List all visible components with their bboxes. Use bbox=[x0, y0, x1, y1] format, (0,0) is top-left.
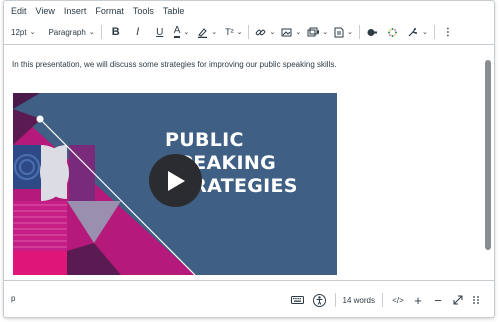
play-button[interactable] bbox=[149, 154, 202, 207]
chevron-down-icon: ⌄ bbox=[183, 29, 190, 36]
toolbar-divider bbox=[100, 25, 102, 39]
status-divider bbox=[334, 293, 336, 307]
menu-edit[interactable]: Edit bbox=[11, 6, 27, 16]
resize-handle[interactable] bbox=[468, 295, 484, 305]
text-color-button[interactable]: A ⌄ bbox=[173, 25, 190, 38]
plug-icon bbox=[366, 27, 378, 38]
superscript-button[interactable]: T² ⌄ bbox=[225, 27, 242, 37]
highlight-color-button[interactable]: ⌄ bbox=[197, 27, 217, 38]
increase-height-button[interactable]: + bbox=[410, 293, 426, 308]
apps-button[interactable] bbox=[366, 27, 378, 38]
chevron-down-icon: ⌄ bbox=[421, 29, 428, 36]
menu-bar: Edit View Insert Format Tools Table bbox=[4, 1, 494, 21]
toolbar: 12pt ⌄ Paragraph ⌄ B I U A ⌄ ⌄ T² ⌄ ⌄ ⌄ … bbox=[4, 21, 494, 43]
document-icon bbox=[334, 27, 344, 38]
status-divider bbox=[382, 293, 383, 307]
toolbar-divider bbox=[433, 25, 435, 39]
toolbar-divider bbox=[248, 25, 250, 39]
block-format-select[interactable]: Paragraph ⌄ bbox=[48, 28, 94, 37]
minus-icon: − bbox=[434, 292, 442, 308]
scrollbar[interactable] bbox=[485, 48, 491, 278]
keyboard-icon bbox=[291, 296, 305, 304]
plugin-button[interactable]: ⌄ bbox=[407, 27, 428, 38]
expand-icon bbox=[453, 295, 463, 305]
more-options-button[interactable]: ⋮ bbox=[443, 27, 453, 38]
video-title-line: PUBLIC bbox=[165, 129, 244, 151]
studio-button[interactable] bbox=[387, 27, 398, 38]
kebab-icon: ⋮ bbox=[442, 26, 453, 38]
font-size-select[interactable]: 12pt ⌄ bbox=[11, 28, 35, 37]
drag-handle-icon bbox=[473, 296, 479, 304]
document-button[interactable]: ⌄ bbox=[334, 27, 353, 38]
link-button[interactable]: ⌄ bbox=[255, 27, 275, 38]
scrollbar-thumb[interactable] bbox=[485, 60, 491, 250]
highlighter-icon bbox=[197, 27, 208, 38]
link-icon bbox=[255, 27, 266, 38]
font-size-value: 12pt bbox=[11, 27, 27, 37]
underline-button[interactable]: U bbox=[152, 27, 168, 38]
menu-format[interactable]: Format bbox=[95, 6, 124, 16]
chevron-down-icon: ⌄ bbox=[347, 29, 353, 36]
italic-button[interactable]: I bbox=[130, 26, 146, 38]
rich-content-editor: Edit View Insert Format Tools Table 12pt… bbox=[3, 0, 495, 318]
bold-button[interactable]: B bbox=[108, 26, 124, 38]
image-icon bbox=[281, 27, 292, 38]
chevron-down-icon: ⌄ bbox=[269, 29, 276, 36]
chevron-down-icon: ⌄ bbox=[211, 29, 218, 36]
chevron-down-icon: ⌄ bbox=[295, 29, 302, 36]
decrease-height-button[interactable]: − bbox=[430, 293, 446, 308]
menu-view[interactable]: View bbox=[36, 6, 55, 16]
chevron-down-icon: ⌄ bbox=[88, 29, 95, 36]
editor-content-area[interactable]: In this presentation, we will discuss so… bbox=[4, 44, 494, 281]
superscript-icon: T² bbox=[225, 27, 234, 37]
image-button[interactable]: ⌄ bbox=[281, 27, 301, 38]
toolbar-divider bbox=[358, 25, 360, 39]
word-count[interactable]: 14 words bbox=[343, 296, 375, 305]
fullscreen-button[interactable] bbox=[450, 295, 466, 305]
block-format-value: Paragraph bbox=[48, 27, 86, 37]
status-bar: p 14 words </> + − bbox=[4, 282, 494, 318]
chevron-down-icon: ⌄ bbox=[29, 29, 36, 36]
media-icon bbox=[307, 27, 320, 38]
menu-table[interactable]: Table bbox=[163, 6, 185, 16]
html-editor-toggle[interactable]: </> bbox=[390, 296, 406, 305]
play-icon bbox=[167, 170, 185, 191]
menu-tools[interactable]: Tools bbox=[133, 6, 154, 16]
menu-insert[interactable]: Insert bbox=[64, 6, 87, 16]
chevron-down-icon: ⌄ bbox=[236, 29, 243, 36]
editor-paragraph: In this presentation, we will discuss so… bbox=[12, 60, 337, 69]
element-path[interactable]: p bbox=[11, 294, 15, 303]
sparkle-icon bbox=[387, 27, 398, 38]
chevron-down-icon: ⌄ bbox=[322, 29, 329, 36]
accessibility-checker-button[interactable] bbox=[312, 293, 328, 307]
accessibility-icon bbox=[313, 293, 327, 307]
media-button[interactable]: ⌄ bbox=[307, 27, 328, 38]
embedded-video[interactable]: PUBLIC SPEAKING STRATEGIES bbox=[13, 93, 337, 275]
puzzle-icon bbox=[407, 27, 419, 38]
keyboard-shortcuts-button[interactable] bbox=[290, 295, 306, 305]
plus-icon: + bbox=[414, 292, 422, 308]
status-actions: 14 words </> + − bbox=[290, 282, 484, 318]
text-color-icon: A bbox=[173, 25, 181, 38]
